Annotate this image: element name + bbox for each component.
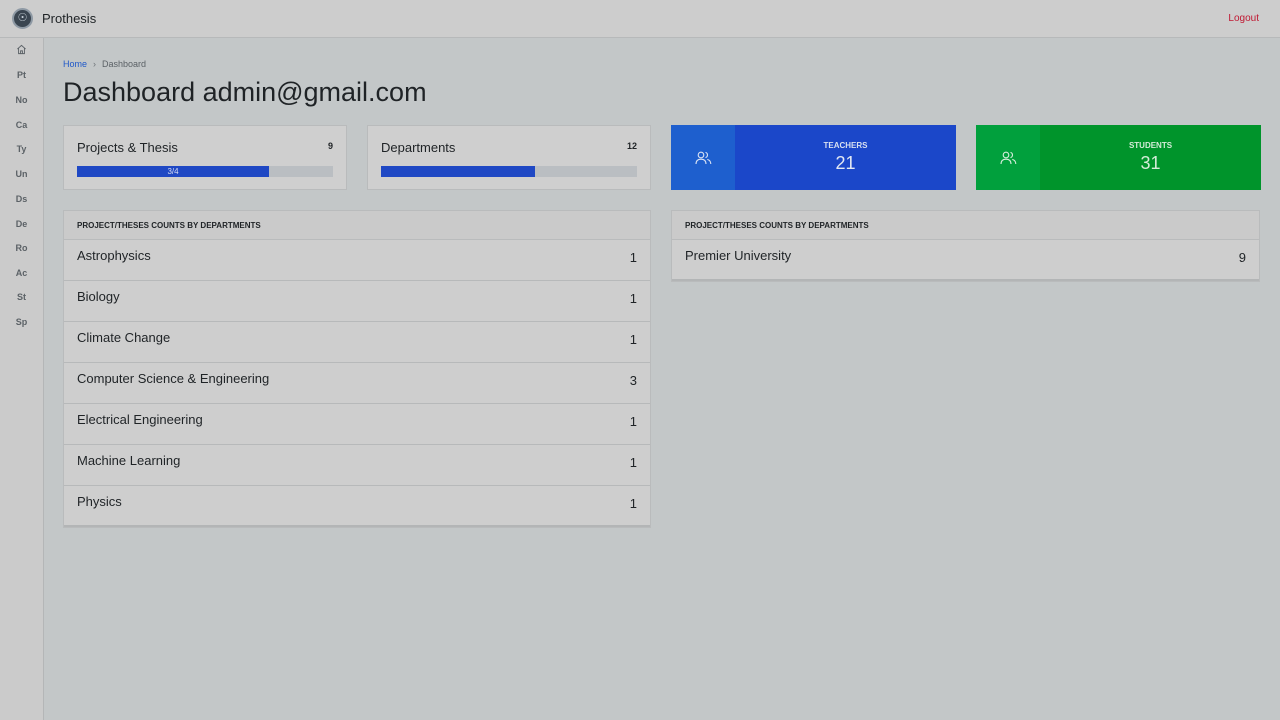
departments-count-panel: PROJECT/THESES COUNTS BY DEPARTMENTS Ast… <box>63 210 651 528</box>
sidebar-item-ca[interactable]: Ca <box>0 120 43 130</box>
department-count: 1 <box>629 291 637 306</box>
breadcrumb-current: Dashboard <box>102 59 147 69</box>
projects-card[interactable]: Projects & Thesis 9 3/4 <box>63 125 347 190</box>
university-name: Premier University <box>685 248 792 263</box>
department-name: Physics <box>77 494 122 509</box>
sidebar-item-ty[interactable]: Ty <box>0 144 43 154</box>
students-tile[interactable]: STUDENTS 31 <box>976 125 1261 190</box>
department-name: Computer Science & Engineering <box>77 371 270 386</box>
department-count: 1 <box>629 250 637 265</box>
sidebar-item-st[interactable]: St <box>0 292 43 302</box>
brand[interactable]: ☉ Prothesis <box>12 8 96 29</box>
page-title: Dashboard admin@gmail.com <box>63 77 427 107</box>
users-icon <box>999 151 1016 164</box>
sidebar: Pt No Ca Ty Un Ds De Ro Ac St Sp <box>0 38 44 720</box>
teachers-tile-body: TEACHERS 21 <box>735 125 956 190</box>
sidebar-item-sp[interactable]: Sp <box>0 317 43 327</box>
department-name: Astrophysics <box>77 248 151 263</box>
students-value: 31 <box>1140 153 1161 173</box>
list-item[interactable]: Climate Change 1 <box>64 322 650 363</box>
sidebar-item-pt[interactable]: Pt <box>0 70 43 80</box>
users-icon <box>694 151 711 164</box>
list-item[interactable]: Physics 1 <box>64 486 650 527</box>
sidebar-item-ds[interactable]: Ds <box>0 194 43 204</box>
students-tile-body: STUDENTS 31 <box>1040 125 1261 190</box>
panel-header: PROJECT/THESES COUNTS BY DEPARTMENTS <box>64 211 650 240</box>
home-icon <box>17 44 26 55</box>
departments-card-title: Departments <box>381 140 456 155</box>
teachers-value: 21 <box>835 153 856 173</box>
list-item[interactable]: Electrical Engineering 1 <box>64 404 650 445</box>
university-count-panel: PROJECT/THESES COUNTS BY DEPARTMENTS Pre… <box>671 210 1260 282</box>
list-item[interactable]: Astrophysics 1 <box>64 240 650 281</box>
list-item[interactable]: Computer Science & Engineering 3 <box>64 363 650 404</box>
teachers-label: TEACHERS <box>823 141 868 150</box>
panel-header: PROJECT/THESES COUNTS BY DEPARTMENTS <box>672 211 1259 240</box>
department-name: Machine Learning <box>77 453 181 468</box>
departments-progress-bar <box>381 166 637 177</box>
department-count: 1 <box>629 455 637 470</box>
department-count: 1 <box>629 332 637 347</box>
students-label: STUDENTS <box>1128 141 1173 150</box>
departments-card[interactable]: Departments 12 <box>367 125 651 190</box>
projects-progress-fill: 3/4 <box>77 166 269 177</box>
logout-link[interactable]: Logout <box>1228 13 1259 24</box>
departments-card-count: 12 <box>626 141 637 151</box>
sidebar-item-un[interactable]: Un <box>0 169 43 179</box>
projects-card-title: Projects & Thesis <box>77 140 178 155</box>
department-count: 1 <box>629 414 637 429</box>
sidebar-item-de[interactable]: De <box>0 219 43 229</box>
list-item[interactable]: Premier University 9 <box>672 240 1259 281</box>
projects-card-count: 9 <box>327 141 333 151</box>
breadcrumb-home-link[interactable]: Home <box>63 59 87 69</box>
list-item[interactable]: Machine Learning 1 <box>64 445 650 486</box>
top-bar: ☉ Prothesis Logout <box>0 0 1280 38</box>
department-count: 3 <box>629 373 637 388</box>
teachers-tile[interactable]: TEACHERS 21 <box>671 125 956 190</box>
projects-progress-bar: 3/4 <box>77 166 333 177</box>
students-icon-box <box>976 125 1040 190</box>
app-name: Prothesis <box>42 11 97 26</box>
breadcrumb: Home › Dashboard <box>63 59 146 69</box>
teachers-icon-box <box>671 125 735 190</box>
department-name: Climate Change <box>77 330 171 345</box>
sidebar-item-no[interactable]: No <box>0 95 43 105</box>
university-count: 9 <box>1238 250 1246 265</box>
sidebar-item-home[interactable] <box>0 44 43 57</box>
departments-progress-fill <box>381 166 535 177</box>
sidebar-item-ro[interactable]: Ro <box>0 243 43 253</box>
globe-logo-icon: ☉ <box>12 8 33 29</box>
sidebar-item-ac[interactable]: Ac <box>0 268 43 278</box>
breadcrumb-separator: › <box>93 59 97 69</box>
department-name: Biology <box>77 289 120 304</box>
department-count: 1 <box>629 496 637 511</box>
list-item[interactable]: Biology 1 <box>64 281 650 322</box>
department-name: Electrical Engineering <box>77 412 203 427</box>
